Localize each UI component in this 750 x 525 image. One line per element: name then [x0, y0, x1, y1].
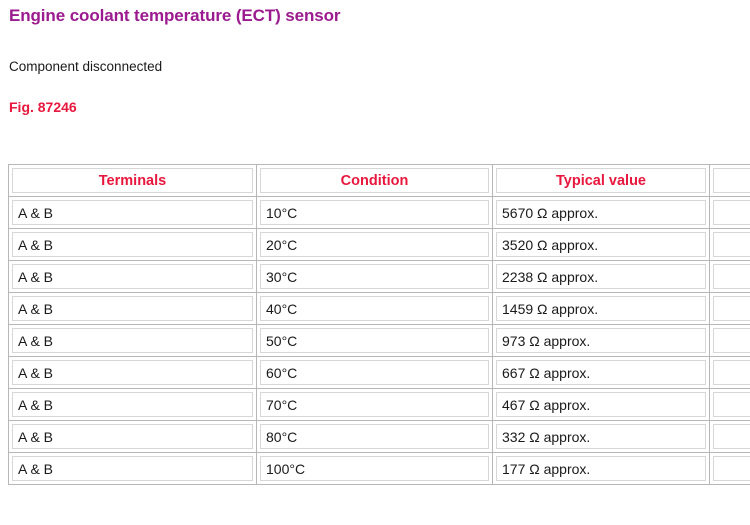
- cell-condition-text: 20°C: [260, 232, 489, 257]
- cell-typical-value: 177 Ω approx.: [493, 453, 710, 485]
- table-row: A & B 50°C 973 Ω approx.: [9, 325, 750, 357]
- cell-terminals: A & B: [9, 357, 257, 389]
- cell-typical-value: 1459 Ω approx.: [493, 293, 710, 325]
- table-header: Terminals Condition Typical value: [9, 165, 750, 197]
- cell-typical-value-text: 2238 Ω approx.: [496, 264, 706, 289]
- cell-condition-text: 60°C: [260, 360, 489, 385]
- column-header-terminals: Terminals: [9, 165, 257, 197]
- cell-condition: 30°C: [257, 261, 493, 293]
- page-title: Engine coolant temperature (ECT) sensor: [9, 6, 341, 25]
- cell-condition: 40°C: [257, 293, 493, 325]
- cell-condition-text: 30°C: [260, 264, 489, 289]
- cell-condition-text: 10°C: [260, 200, 489, 225]
- spec-table-container: Terminals Condition Typical value A & B …: [8, 164, 750, 485]
- cell-condition-text: 70°C: [260, 392, 489, 417]
- cell-extra1: [710, 229, 750, 261]
- cell-extra1: [710, 453, 750, 485]
- component-state-note: Component disconnected: [9, 59, 163, 74]
- cell-terminals-text: A & B: [12, 424, 253, 449]
- cell-condition: 100°C: [257, 453, 493, 485]
- table-row: A & B 30°C 2238 Ω approx.: [9, 261, 750, 293]
- cell-extra1: [710, 261, 750, 293]
- table-body: A & B 10°C 5670 Ω approx. A & B 20°C 3520 Ω a…: [9, 197, 750, 485]
- cell-terminals: A & B: [9, 389, 257, 421]
- cell-terminals: A & B: [9, 229, 257, 261]
- cell-terminals-text: A & B: [12, 296, 253, 321]
- cell-extra1-text: [713, 232, 750, 257]
- table-row: A & B 10°C 5670 Ω approx.: [9, 197, 750, 229]
- cell-typical-value-text: 5670 Ω approx.: [496, 200, 706, 225]
- cell-extra1: [710, 357, 750, 389]
- cell-condition: 60°C: [257, 357, 493, 389]
- cell-typical-value-text: 332 Ω approx.: [496, 424, 706, 449]
- column-header-typical-value: Typical value: [493, 165, 710, 197]
- document-page: Engine coolant temperature (ECT) sensor …: [0, 0, 750, 525]
- cell-typical-value: 467 Ω approx.: [493, 389, 710, 421]
- cell-terminals-text: A & B: [12, 232, 253, 257]
- ect-sensor-resistance-table: Terminals Condition Typical value A & B …: [8, 164, 750, 485]
- cell-condition-text: 80°C: [260, 424, 489, 449]
- column-header-condition: Condition: [257, 165, 493, 197]
- table-row: A & B 100°C 177 Ω approx.: [9, 453, 750, 485]
- cell-extra1: [710, 421, 750, 453]
- cell-typical-value: 973 Ω approx.: [493, 325, 710, 357]
- cell-terminals-text: A & B: [12, 392, 253, 417]
- cell-terminals: A & B: [9, 197, 257, 229]
- cell-extra1-text: [713, 264, 750, 289]
- column-header-extra-1-label: [713, 168, 750, 193]
- cell-typical-value: 667 Ω approx.: [493, 357, 710, 389]
- cell-condition-text: 100°C: [260, 456, 489, 481]
- cell-extra1-text: [713, 328, 750, 353]
- cell-extra1: [710, 325, 750, 357]
- cell-typical-value: 2238 Ω approx.: [493, 261, 710, 293]
- cell-condition-text: 50°C: [260, 328, 489, 353]
- cell-terminals-text: A & B: [12, 360, 253, 385]
- cell-typical-value-text: 667 Ω approx.: [496, 360, 706, 385]
- cell-terminals: A & B: [9, 421, 257, 453]
- table-row: A & B 40°C 1459 Ω approx.: [9, 293, 750, 325]
- table-row: A & B 20°C 3520 Ω approx.: [9, 229, 750, 261]
- cell-terminals-text: A & B: [12, 456, 253, 481]
- column-header-typical-value-label: Typical value: [496, 168, 706, 193]
- table-row: A & B 70°C 467 Ω approx.: [9, 389, 750, 421]
- cell-extra1-text: [713, 424, 750, 449]
- cell-typical-value-text: 3520 Ω approx.: [496, 232, 706, 257]
- cell-extra1: [710, 197, 750, 229]
- cell-condition-text: 40°C: [260, 296, 489, 321]
- cell-condition: 50°C: [257, 325, 493, 357]
- cell-extra1-text: [713, 360, 750, 385]
- table-row: A & B 80°C 332 Ω approx.: [9, 421, 750, 453]
- cell-terminals: A & B: [9, 325, 257, 357]
- cell-condition: 10°C: [257, 197, 493, 229]
- cell-typical-value: 332 Ω approx.: [493, 421, 710, 453]
- cell-terminals: A & B: [9, 261, 257, 293]
- cell-typical-value-text: 1459 Ω approx.: [496, 296, 706, 321]
- cell-extra1-text: [713, 456, 750, 481]
- table-row: A & B 60°C 667 Ω approx.: [9, 357, 750, 389]
- cell-terminals-text: A & B: [12, 328, 253, 353]
- cell-extra1-text: [713, 392, 750, 417]
- cell-condition: 70°C: [257, 389, 493, 421]
- cell-terminals: A & B: [9, 453, 257, 485]
- cell-typical-value-text: 177 Ω approx.: [496, 456, 706, 481]
- cell-terminals: A & B: [9, 293, 257, 325]
- table-header-row: Terminals Condition Typical value: [9, 165, 750, 197]
- cell-extra1: [710, 389, 750, 421]
- cell-condition: 80°C: [257, 421, 493, 453]
- figure-reference-label: Fig. 87246: [9, 99, 77, 115]
- column-header-extra-1: [710, 165, 750, 197]
- column-header-terminals-label: Terminals: [12, 168, 253, 193]
- cell-typical-value-text: 973 Ω approx.: [496, 328, 706, 353]
- cell-typical-value: 3520 Ω approx.: [493, 229, 710, 261]
- cell-condition: 20°C: [257, 229, 493, 261]
- cell-typical-value: 5670 Ω approx.: [493, 197, 710, 229]
- column-header-condition-label: Condition: [260, 168, 489, 193]
- cell-extra1-text: [713, 296, 750, 321]
- cell-extra1-text: [713, 200, 750, 225]
- cell-terminals-text: A & B: [12, 200, 253, 225]
- cell-typical-value-text: 467 Ω approx.: [496, 392, 706, 417]
- cell-extra1: [710, 293, 750, 325]
- cell-terminals-text: A & B: [12, 264, 253, 289]
